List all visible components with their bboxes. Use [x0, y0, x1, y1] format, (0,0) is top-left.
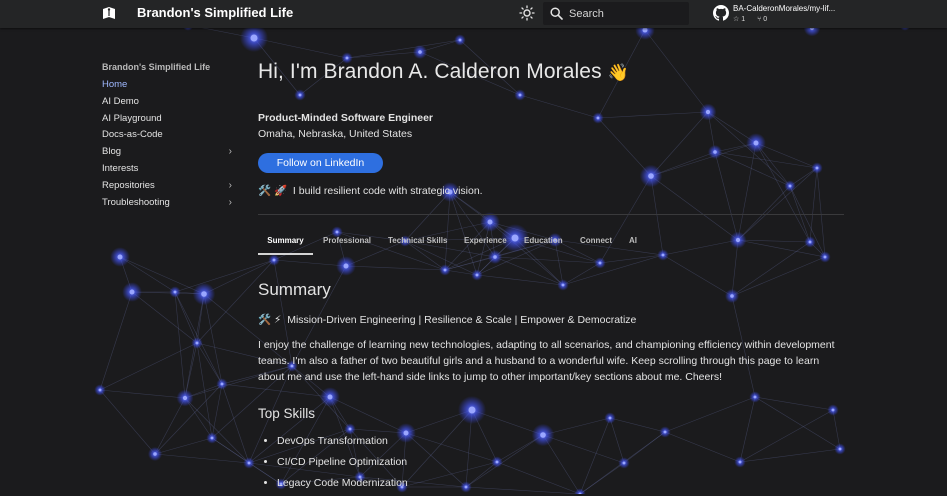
network-edge: [211, 383, 223, 439]
network-edge: [99, 342, 198, 391]
network-node-core: [153, 452, 157, 456]
top-navbar: Brandon's Simplified Life BA-CalderonMor…: [0, 0, 947, 28]
tab-education[interactable]: Education: [524, 231, 563, 253]
top-skills-list: DevOps Transformation CI/CD Pipeline Opt…: [258, 433, 408, 496]
network-edge: [184, 342, 198, 399]
sidebar-item-ai-demo[interactable]: AI Demo: [102, 94, 234, 111]
network-node-core: [173, 290, 177, 294]
section-tabs: Summary Professional Technical Skills Ex…: [258, 231, 844, 255]
sidebar-item-home[interactable]: Home: [102, 77, 234, 94]
network-edge: [203, 293, 223, 385]
chevron-right-icon[interactable]: ›: [229, 178, 232, 195]
network-node-core: [210, 436, 214, 440]
sidebar-title[interactable]: Brandon's Simplified Life: [102, 60, 234, 74]
network-node-core: [117, 254, 123, 260]
page-title: Hi, I'm Brandon A. Calderon Morales 👋: [258, 60, 629, 83]
network-node-core: [250, 34, 258, 42]
tab-technical-skills[interactable]: Technical Skills: [388, 231, 447, 253]
network-edge: [154, 437, 213, 455]
sidebar-item-ai-playground[interactable]: AI Playground: [102, 111, 234, 128]
location: Omaha, Nebraska, United States: [258, 128, 413, 140]
chevron-right-icon[interactable]: ›: [229, 195, 232, 212]
network-node-core: [129, 289, 135, 295]
network-edge: [99, 389, 156, 455]
list-item: DevOps Transformation: [277, 433, 408, 454]
tab-ai[interactable]: AI: [629, 231, 637, 253]
search-box[interactable]: [543, 2, 689, 25]
network-edge: [99, 291, 133, 391]
network-edge: [99, 389, 186, 399]
job-role: Product-Minded Software Engineer: [258, 112, 434, 124]
list-item: Legacy Code Modernization: [277, 475, 408, 496]
star-count: ☆ 1: [733, 16, 746, 23]
github-icon: [713, 5, 729, 21]
tools-lightning-icon: 🛠️ ⚡: [258, 314, 282, 326]
sidebar-item-troubleshooting[interactable]: Troubleshooting ›: [102, 195, 234, 212]
tab-professional[interactable]: Professional: [323, 231, 371, 253]
sidebar-item-interests[interactable]: Interests: [102, 161, 234, 178]
tab-experience[interactable]: Experience: [464, 231, 507, 253]
chevron-right-icon[interactable]: ›: [229, 144, 232, 161]
search-input[interactable]: [569, 2, 681, 25]
waving-hand-icon: 👋: [607, 63, 629, 82]
network-edge: [174, 291, 198, 344]
sidebar-item-blog[interactable]: Blog ›: [102, 144, 234, 161]
top-skills-heading: Top Skills: [258, 406, 316, 421]
github-repo-name: BA-CalderonMorales/my-lif...: [733, 4, 836, 13]
site-title[interactable]: Brandon's Simplified Life: [137, 5, 293, 20]
tagline: 🛠️ 🚀 I build resilient code with strateg…: [258, 185, 483, 197]
list-item: CI/CD Pipeline Optimization: [277, 454, 408, 475]
tools-rocket-icon: 🛠️ 🚀: [258, 185, 288, 197]
network-node-core: [98, 388, 102, 392]
sidebar-item-repositories[interactable]: Repositories ›: [102, 178, 234, 195]
tab-connect[interactable]: Connect: [580, 231, 612, 253]
network-node-core: [201, 291, 207, 297]
summary-heading: Summary: [258, 280, 331, 299]
network-node-core: [220, 382, 224, 386]
network-edge: [211, 437, 250, 464]
sidebar: Brandon's Simplified Life Home AI Demo A…: [102, 60, 234, 211]
network-edge: [221, 383, 250, 464]
main-content: Hi, I'm Brandon A. Calderon Morales 👋 Pro…: [258, 0, 848, 494]
fork-count: ⑂ 0: [757, 16, 768, 23]
network-node-core: [247, 461, 251, 465]
search-icon: [550, 7, 563, 20]
mission-statement: 🛠️ ⚡ Mission-Driven Engineering | Resili…: [258, 314, 637, 326]
sidebar-item-docs-as-code[interactable]: Docs-as-Code: [102, 127, 234, 144]
follow-linkedin-button[interactable]: Follow on LinkedIn: [258, 153, 383, 173]
intro-paragraph: I enjoy the challenge of learning new te…: [258, 339, 835, 384]
network-node-core: [182, 395, 188, 401]
network-edge: [131, 291, 198, 344]
network-edge: [154, 397, 186, 455]
network-edge: [184, 397, 250, 464]
network-edge: [154, 453, 250, 464]
network-node-core: [195, 341, 199, 345]
github-stats: ☆ 1 ⑂ 0: [733, 15, 779, 23]
book-logo-icon[interactable]: [102, 6, 116, 20]
tab-summary[interactable]: Summary: [258, 231, 313, 255]
divider: [258, 214, 844, 215]
sun-icon[interactable]: [519, 5, 535, 21]
network-edge: [196, 342, 223, 385]
github-repo-link[interactable]: BA-CalderonMorales/my-lif... ☆ 1 ⑂ 0: [713, 3, 893, 25]
network-edge: [174, 291, 186, 399]
